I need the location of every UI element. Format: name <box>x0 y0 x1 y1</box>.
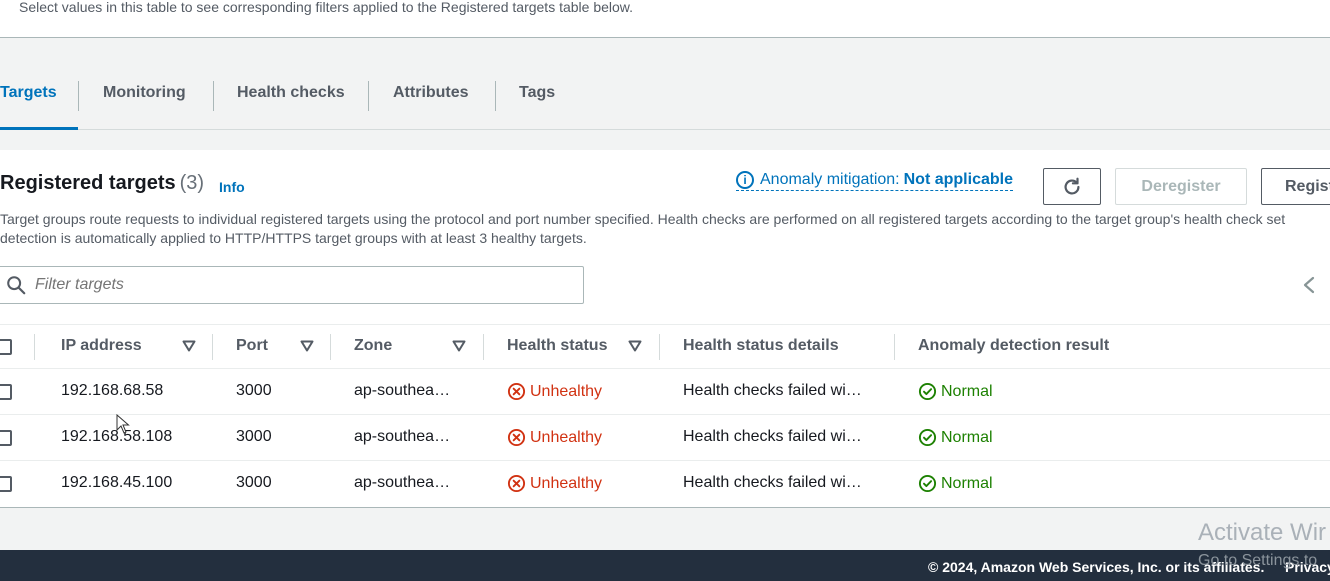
cell-health-status: Unhealthy <box>507 474 602 493</box>
error-circle-icon <box>507 382 526 401</box>
info-icon: i <box>736 171 754 189</box>
health-status-text: Unhealthy <box>530 474 603 492</box>
description-line-1: Target groups route requests to individu… <box>0 211 1286 227</box>
column-port[interactable]: Port <box>236 337 268 355</box>
anomaly-mitigation-link[interactable]: i Anomaly mitigation: Not applicable <box>736 171 1013 191</box>
top-panel: Select values in this table to see corre… <box>0 0 1330 38</box>
anomaly-mitigation-label: Anomaly mitigation: <box>760 171 900 188</box>
anomaly-result-text: Normal <box>941 382 993 400</box>
tab-divider <box>213 81 214 111</box>
tab-divider <box>495 81 496 111</box>
column-ip-address[interactable]: IP address <box>61 337 142 355</box>
table-row[interactable]: 192.168.68.58 3000 ap-southea… Unhealthy… <box>0 369 1330 415</box>
activate-windows-subtext: Go to Settings to <box>1198 552 1318 569</box>
table-row[interactable]: 192.168.45.100 3000 ap-southea… Unhealth… <box>0 461 1330 507</box>
sort-down-icon[interactable] <box>300 340 314 352</box>
column-health-status-details[interactable]: Health status details <box>683 337 839 355</box>
table-header: IP address Port Zone Health status Healt… <box>0 324 1330 369</box>
column-divider <box>34 334 35 360</box>
column-anomaly-detection-result[interactable]: Anomaly detection result <box>918 337 1109 355</box>
cell-health-status: Unhealthy <box>507 428 602 447</box>
chevron-left-icon[interactable] <box>1300 275 1318 295</box>
cell-ip-address: 192.168.68.58 <box>61 382 164 399</box>
filter-targets-input[interactable] <box>35 276 555 294</box>
error-circle-icon <box>507 428 526 447</box>
row-checkbox[interactable] <box>0 384 12 400</box>
cell-port: 3000 <box>236 474 272 491</box>
row-checkbox[interactable] <box>0 430 12 446</box>
page-footer: © 2024, Amazon Web Services, Inc. or its… <box>0 550 1330 581</box>
column-divider <box>483 334 484 360</box>
select-all-checkbox[interactable] <box>0 339 12 355</box>
table-row[interactable]: 192.168.58.108 3000 ap-southea… Unhealth… <box>0 415 1330 461</box>
column-divider <box>212 334 213 360</box>
cell-zone: ap-southea… <box>354 382 451 399</box>
tab-divider <box>78 81 79 111</box>
column-divider <box>330 334 331 360</box>
cell-zone: ap-southea… <box>354 428 451 445</box>
panel-title-text: Registered targets <box>0 172 176 194</box>
cell-port: 3000 <box>236 382 272 399</box>
target-count: (3) <box>179 172 205 194</box>
sort-down-icon[interactable] <box>628 340 642 352</box>
cell-zone: ap-southea… <box>354 474 451 491</box>
anomaly-result-text: Normal <box>941 428 993 446</box>
cell-health-status: Unhealthy <box>507 382 602 401</box>
cell-health-status-details: Health checks failed wi… <box>683 382 862 399</box>
cell-anomaly-detection-result: Normal <box>918 428 993 447</box>
tab-monitoring[interactable]: Monitoring <box>103 84 186 130</box>
tab-attributes[interactable]: Attributes <box>393 84 469 130</box>
refresh-icon <box>1064 177 1080 195</box>
error-circle-icon <box>507 474 526 493</box>
tab-bar: Targets Monitoring Health checks Attribu… <box>0 38 1330 130</box>
cell-health-status-details: Health checks failed wi… <box>683 428 862 445</box>
cell-anomaly-detection-result: Normal <box>918 382 993 401</box>
search-icon <box>7 276 26 295</box>
health-status-text: Unhealthy <box>530 428 603 446</box>
row-checkbox[interactable] <box>0 476 12 492</box>
deregister-button[interactable]: Deregister <box>1115 168 1247 205</box>
check-circle-icon <box>918 428 937 447</box>
description-line-2: detection is automatically applied to HT… <box>0 230 587 246</box>
panel-title: Registered targets (3) <box>0 172 204 195</box>
anomaly-result-text: Normal <box>941 474 993 492</box>
cell-port: 3000 <box>236 428 272 445</box>
health-status-text: Unhealthy <box>530 382 603 400</box>
refresh-button[interactable] <box>1043 168 1101 205</box>
cell-health-status-details: Health checks failed wi… <box>683 474 862 491</box>
column-zone[interactable]: Zone <box>354 337 392 355</box>
active-tab-indicator <box>0 127 78 130</box>
column-divider <box>659 334 660 360</box>
cell-ip-address: 192.168.45.100 <box>61 474 173 491</box>
column-divider <box>894 334 895 360</box>
mouse-cursor-icon <box>116 414 130 434</box>
tab-tags[interactable]: Tags <box>519 84 555 130</box>
tab-divider <box>368 81 369 111</box>
table-filter-hint: Select values in this table to see corre… <box>19 0 634 15</box>
check-circle-icon <box>918 474 937 493</box>
registered-targets-panel: Registered targets (3) Info i Anomaly mit… <box>0 150 1330 508</box>
filter-box <box>0 266 584 304</box>
anomaly-mitigation-value: Not applicable <box>903 171 1013 188</box>
tab-targets[interactable]: Targets <box>0 84 57 130</box>
register-targets-button[interactable]: Regist <box>1261 168 1330 205</box>
column-health-status[interactable]: Health status <box>507 337 607 355</box>
tab-health-checks[interactable]: Health checks <box>237 84 345 130</box>
cell-anomaly-detection-result: Normal <box>918 474 993 493</box>
sort-down-icon[interactable] <box>452 340 466 352</box>
panel-description: Target groups route requests to individu… <box>0 210 1330 248</box>
info-link[interactable]: Info <box>219 179 245 195</box>
check-circle-icon <box>918 382 937 401</box>
activate-windows-watermark: Activate Wir <box>1198 519 1327 546</box>
sort-down-icon[interactable] <box>182 340 196 352</box>
